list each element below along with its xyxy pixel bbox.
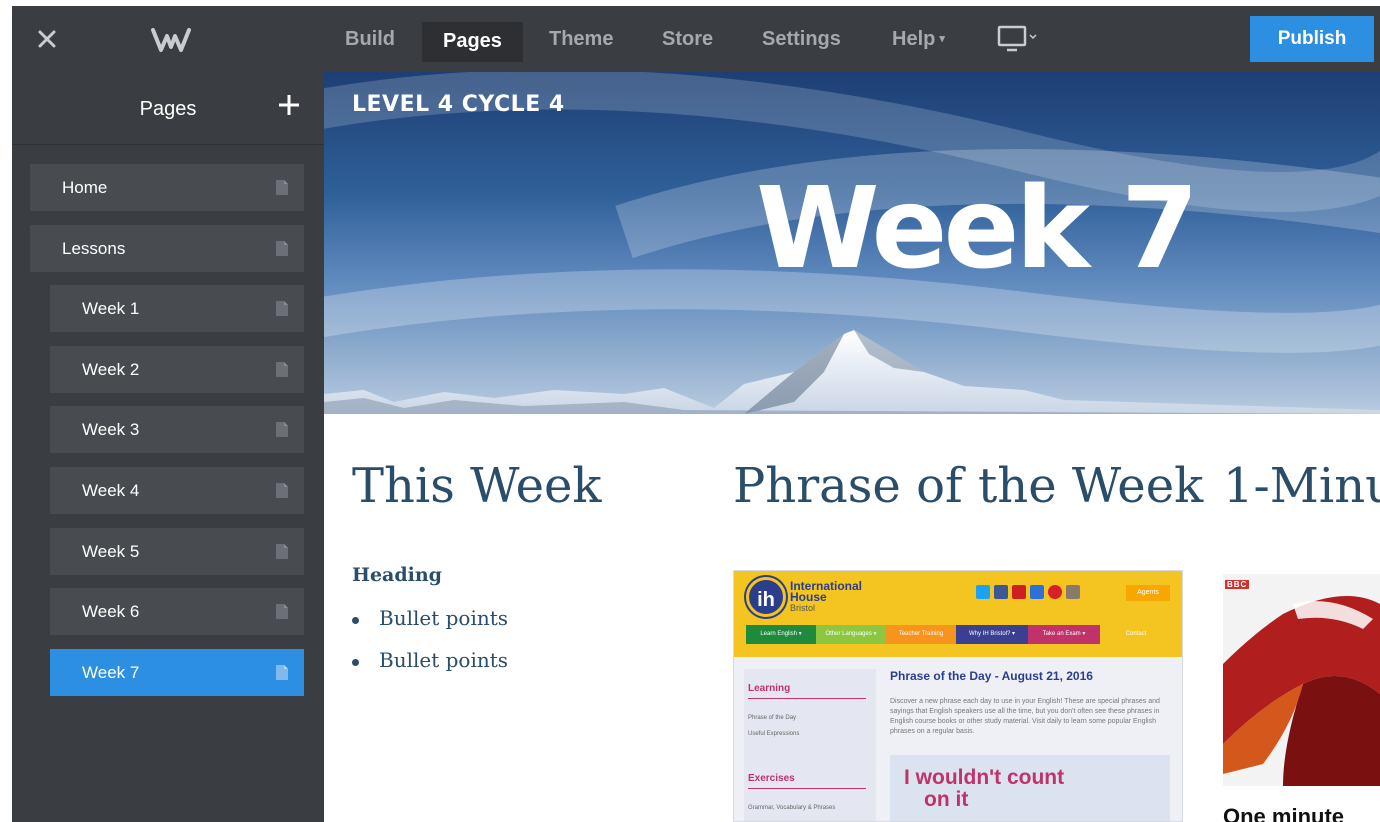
sidebar-page-label: Week 6 <box>82 602 140 621</box>
close-icon[interactable] <box>32 24 62 54</box>
sidebar-page-label: Week 1 <box>82 299 140 318</box>
sidebar-header: Pages <box>12 72 324 145</box>
sidebar-page-label: Week 5 <box>82 542 140 561</box>
tab-build[interactable]: Build <box>345 22 395 62</box>
sidebar-page-item[interactable]: Week 6 <box>50 588 304 635</box>
sidebar-page-item[interactable]: Lessons <box>30 225 304 272</box>
flickr-icon <box>1030 585 1044 599</box>
page-settings-icon[interactable] <box>276 604 288 619</box>
sidebar-page-label: Home <box>62 178 108 197</box>
sidebar-page-item[interactable]: Week 7 <box>50 649 304 696</box>
embed-pod-title: Phrase of the Day - August 21, 2016 <box>890 669 1093 683</box>
agents-link: Agents <box>1126 585 1170 601</box>
embed-left-heading: Learning <box>748 683 791 694</box>
sidebar-page-item[interactable]: Week 5 <box>50 528 304 575</box>
embed-nav-item: Why IH Bristol? ▾ <box>956 625 1028 644</box>
bbc-thumbnail-art <box>1223 574 1380 786</box>
bbc-logo: BBC <box>1225 580 1250 589</box>
top-toolbar: Build Pages Theme Store Settings Help ▾ P… <box>12 6 1380 72</box>
tab-store[interactable]: Store <box>662 22 713 62</box>
sidebar-page-label: Week 4 <box>82 481 140 500</box>
bbc-video-thumbnail[interactable]: BBC <box>1223 574 1380 786</box>
desktop-preview-icon[interactable] <box>997 24 1047 54</box>
youtube-icon <box>1012 585 1026 599</box>
page-settings-icon[interactable] <box>276 362 288 377</box>
hero-banner[interactable]: LEVEL 4 CYCLE 4 Week 7 <box>324 72 1380 414</box>
instagram-icon <box>1066 585 1080 599</box>
embed-nav-item: Other Languages ▾ <box>816 625 886 644</box>
facebook-icon <box>994 585 1008 599</box>
page-settings-icon[interactable] <box>276 180 288 195</box>
page-settings-icon[interactable] <box>276 544 288 559</box>
sidebar-page-item[interactable]: Week 3 <box>50 406 304 453</box>
page-settings-icon[interactable] <box>276 301 288 316</box>
tab-help[interactable]: Help ▾ <box>892 22 945 62</box>
publish-button[interactable]: Publish <box>1250 16 1374 62</box>
embed-quote: I wouldn't count on it <box>904 767 1064 811</box>
brand-line2: House <box>790 590 827 604</box>
page-settings-icon[interactable] <box>276 422 288 437</box>
embed-nav-item: Contact <box>1100 625 1172 644</box>
add-page-icon[interactable] <box>277 93 301 117</box>
pages-sidebar: Pages Home Lessons Week 1 Week 2 Week 3 Week … <box>12 72 324 822</box>
embed-pod-body: Discover a new phrase each day to use in… <box>890 698 1160 735</box>
sidebar-page-item[interactable]: Week 2 <box>50 346 304 393</box>
list-item[interactable]: Bullet points <box>351 648 508 672</box>
sidebar-page-label: Week 2 <box>82 360 140 379</box>
sidebar-page-label: Week 3 <box>82 420 140 439</box>
quote-line1: I wouldn't count <box>904 766 1065 789</box>
phrase-screenshot-image[interactable]: ih International House Bristol Agents Le… <box>733 570 1183 822</box>
one-minute-title[interactable]: 1-Minu <box>1223 458 1380 514</box>
brand-sub: Bristol <box>790 603 816 613</box>
page-settings-icon[interactable] <box>276 241 288 256</box>
embed-left-heading: Exercises <box>748 773 795 784</box>
tab-settings[interactable]: Settings <box>762 22 841 62</box>
list-item[interactable]: Bullet points <box>351 606 508 630</box>
sidebar-page-label: Lessons <box>62 239 126 258</box>
site-title[interactable]: LEVEL 4 CYCLE 4 <box>352 92 565 117</box>
ih-logo: ih <box>746 577 786 617</box>
embed-left-item: Grammar, Vocabulary & Phrases <box>748 805 836 811</box>
this-week-title[interactable]: This Week <box>352 458 602 514</box>
chevron-down-icon: ▾ <box>939 33 945 45</box>
embed-left-item: Useful Expressions <box>748 731 800 737</box>
sidebar-page-item[interactable]: Home <box>30 164 304 211</box>
weebly-logo-icon[interactable] <box>150 23 192 55</box>
page-settings-icon[interactable] <box>276 483 288 498</box>
sidebar-page-item[interactable]: Week 1 <box>50 285 304 332</box>
twitter-icon <box>976 585 990 599</box>
embed-nav-item: Learn English ▾ <box>746 625 816 644</box>
embed-rule <box>748 788 866 789</box>
tab-pages[interactable]: Pages <box>422 22 523 62</box>
ih-brand: International House Bristol <box>790 580 862 614</box>
embed-nav-item: Teacher Training <box>886 625 956 644</box>
sidebar-page-item[interactable]: Week 4 <box>50 467 304 514</box>
one-minute-caption[interactable]: One minute <box>1223 804 1344 822</box>
tab-theme[interactable]: Theme <box>549 22 613 62</box>
embed-left-item: Phrase of the Day <box>748 715 797 721</box>
embed-nav-item: Take an Exam ▾ <box>1028 625 1100 644</box>
site-preview: LEVEL 4 CYCLE 4 Week 7 This Week Heading… <box>324 72 1380 822</box>
tab-help-label: Help <box>892 28 936 50</box>
hero-heading[interactable]: Week 7 <box>756 164 1199 294</box>
quote-line2: on it <box>924 788 969 811</box>
embed-rule <box>748 698 866 699</box>
this-week-subheading[interactable]: Heading <box>352 564 442 586</box>
pinterest-icon <box>1048 585 1062 599</box>
page-settings-icon[interactable] <box>276 665 288 680</box>
sidebar-page-label: Week 7 <box>82 663 140 682</box>
phrase-of-week-title[interactable]: Phrase of the Week <box>733 458 1203 514</box>
